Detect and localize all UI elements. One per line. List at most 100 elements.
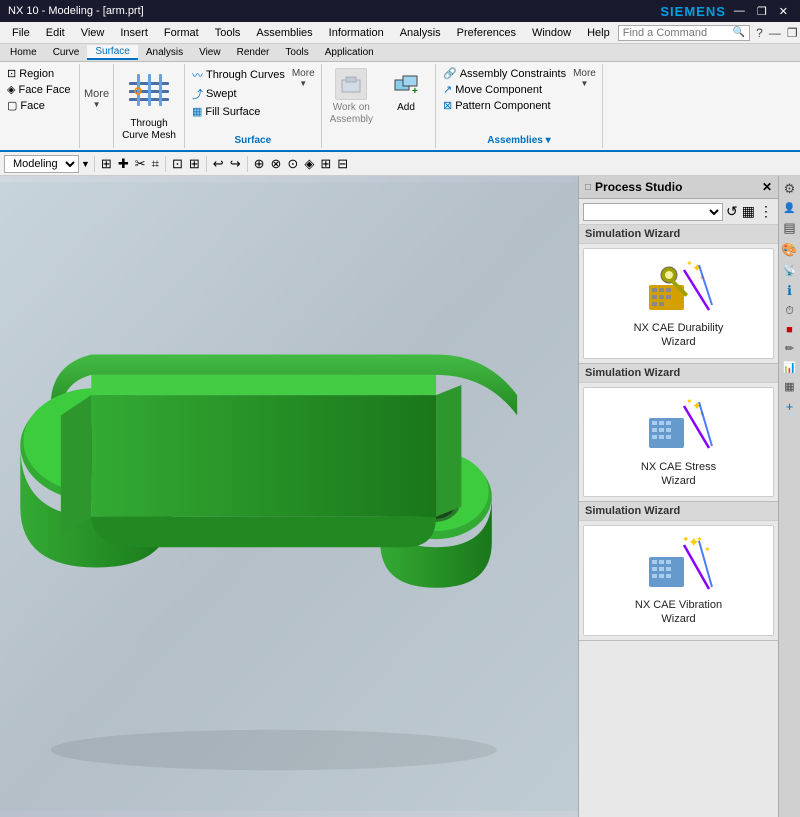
ri-settings-btn[interactable]: ⚙ [782,178,798,200]
3d-part-svg [0,176,578,817]
tab-home[interactable]: Home [2,46,45,59]
wizard-section-3: Simulation Wizard [579,502,778,641]
maximize-btn[interactable]: ❐ [753,5,771,18]
tb-add-btn[interactable]: ✚ [116,155,131,173]
tb-select-btn[interactable]: ⌗ [150,155,161,173]
more-btn-assembly[interactable]: More ▼ [571,66,598,106]
work-assembly-icon [335,68,367,100]
wizard-card-3[interactable]: ✦ ✦ ✦ ✦ NX CAE VibrationWizard [583,525,774,636]
menu-view[interactable]: View [73,25,113,41]
menu-format[interactable]: Format [156,25,207,41]
face-btn[interactable]: ▢ Face [4,98,73,113]
through-curve-mesh-btn[interactable]: ThroughCurve Mesh [118,66,180,144]
tab-view[interactable]: View [191,46,229,59]
menu-bar-icons: ? — ❐ ✕ [754,24,800,42]
ri-palette-btn[interactable]: ■ [784,321,795,339]
tab-curve[interactable]: Curve [45,46,88,59]
tb-view-btn[interactable]: ⊡ [170,155,185,173]
find-command-input[interactable] [623,27,733,39]
wizard-card-2[interactable]: ✦ ✦ ✦ NX CAE StressWizard [583,387,774,498]
menu-file[interactable]: File [4,25,38,41]
title-bar-left: NX 10 - Modeling - [arm.prt] [8,5,144,17]
ri-roles-btn[interactable]: 👤 [781,200,797,217]
menu-tools[interactable]: Tools [207,25,249,41]
find-command-box[interactable]: 🔍 [618,25,750,41]
app-title: NX 10 - Modeling - [arm.prt] [8,5,144,17]
ri-clock-btn[interactable]: ⏱ [783,302,796,321]
menu-window[interactable]: Window [524,25,579,41]
more-assembly-label: More [573,68,596,79]
ri-table-btn[interactable]: ▦ [782,377,796,396]
assembly-constraints-label: Assembly Constraints [460,68,566,80]
menu-insert[interactable]: Insert [112,25,156,41]
ri-plus-btn[interactable]: + [784,396,796,417]
panel-refresh-btn[interactable]: ↺ [725,202,739,221]
viewport[interactable] [0,176,578,817]
svg-text:✦: ✦ [704,545,711,554]
window-min-btn[interactable]: — [767,24,783,42]
workbench-dropdown[interactable]: Modeling [4,155,79,173]
ri-colors-btn[interactable]: 🎨 [779,239,799,261]
more-btn-surface[interactable]: More ▼ [290,66,317,106]
minimize-btn[interactable]: — [730,5,749,17]
ri-info-btn[interactable]: ℹ [785,280,794,302]
toolbar-sep2 [165,156,166,172]
tb-obj-btn[interactable]: ◈ [302,155,316,173]
tb-measure-btn[interactable]: ⊙ [285,155,300,173]
tb-extra2-btn[interactable]: ⊟ [335,155,350,173]
menu-analysis[interactable]: Analysis [392,25,449,41]
tb-new-btn[interactable]: ⊞ [99,155,114,173]
section-label-feature [4,144,75,146]
ri-layers-btn[interactable]: ▤ [781,217,797,239]
menu-help[interactable]: Help [579,25,618,41]
tab-render[interactable]: Render [229,46,278,59]
more-btn-left[interactable]: More ▼ [82,86,111,127]
work-on-assembly-btn[interactable]: Work onAssembly [326,66,377,128]
menu-edit[interactable]: Edit [38,25,73,41]
panel-header-left: □ Process Studio [585,180,682,194]
tb-snap-btn[interactable]: ⊕ [252,155,267,173]
tb-cut-btn[interactable]: ✂ [133,155,148,173]
fill-surface-btn[interactable]: ▦ Fill Surface [189,104,288,119]
move-component-btn[interactable]: ↗ Move Component [440,82,569,97]
tb-orient-btn[interactable]: ⊞ [187,155,202,173]
tab-tools[interactable]: Tools [277,46,316,59]
panel-checkbox[interactable]: □ [585,182,591,193]
tab-surface[interactable]: Surface [87,45,137,60]
wizard-card-1[interactable]: ✦ ✦ ✦ NX CAE DurabilityWizard [583,248,774,359]
panel-settings-btn[interactable]: ⋮ [758,202,774,221]
close-btn[interactable]: ✕ [775,5,792,18]
swept-icon: ⤴ [192,86,203,102]
help-icon[interactable]: ? [754,24,765,42]
panel-grid-btn[interactable]: ▦ [741,202,756,221]
swept-btn[interactable]: ⤴ Swept [189,85,288,103]
window-max-btn[interactable]: ❐ [785,24,800,42]
panel-title: Process Studio [595,180,682,194]
panel-category-dropdown[interactable] [583,203,723,221]
ri-wifi-btn[interactable]: 📡 [781,261,799,280]
face-face-btn[interactable]: ◈ Face Face [4,82,73,97]
ri-pencil-btn[interactable]: ✏ [783,339,796,358]
panel-close-btn[interactable]: ✕ [762,180,772,194]
tb-undo-btn[interactable]: ↩ [211,155,226,173]
pattern-component-btn[interactable]: ⊠ Pattern Component [440,98,569,113]
add-btn[interactable]: + Add [381,66,431,116]
through-curves-btn[interactable]: 〰 Through Curves [189,66,288,84]
menu-assemblies[interactable]: Assemblies [248,25,320,41]
region-btn[interactable]: ⊡ Region [4,66,73,81]
assembly-constraints-btn[interactable]: 🔗 Assembly Constraints [440,66,569,81]
ribbon-section-assembly-actions: Work onAssembly + Add [322,64,436,148]
menu-preferences[interactable]: Preferences [449,25,524,41]
tab-analysis[interactable]: Analysis [138,46,191,59]
tb-filter-btn[interactable]: ⊗ [269,155,284,173]
dropdown-arrow[interactable]: ▼ [81,159,90,169]
work-assembly-label: Work onAssembly [330,102,373,126]
surface-section-title: Surface [189,133,317,146]
menu-information[interactable]: Information [321,25,392,41]
tb-extra1-btn[interactable]: ⊞ [318,155,333,173]
main-area: □ Process Studio ✕ ↺ ▦ ⋮ Simulation Wiza… [0,176,800,817]
ri-data-btn[interactable]: 📊 [781,358,799,377]
tab-application[interactable]: Application [317,46,382,59]
move-component-icon: ↗ [443,83,452,96]
tb-redo-btn[interactable]: ↪ [228,155,243,173]
